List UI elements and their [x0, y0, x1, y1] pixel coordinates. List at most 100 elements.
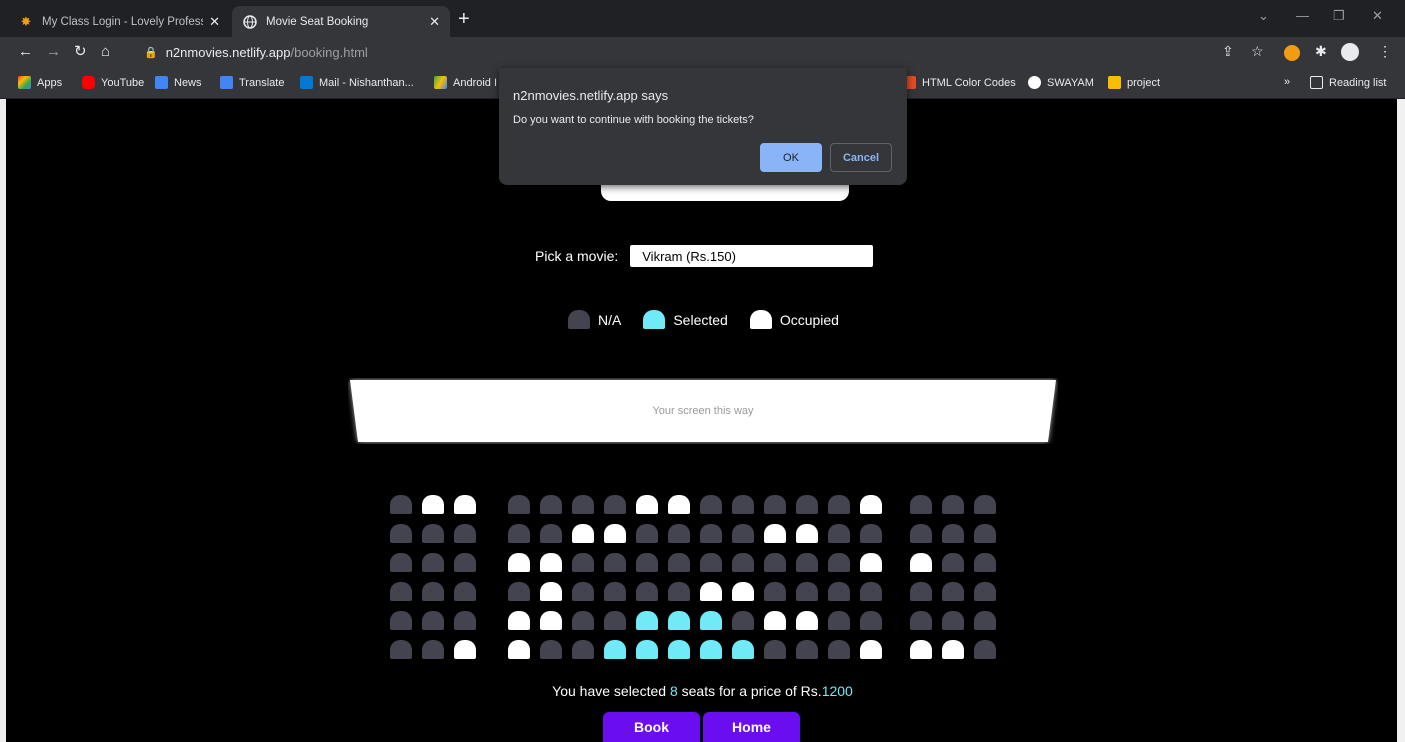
- seat-available[interactable]: [860, 582, 882, 601]
- seat-available[interactable]: [390, 611, 412, 630]
- seat-available[interactable]: [828, 640, 850, 659]
- seat-available[interactable]: [732, 611, 754, 630]
- seat-available[interactable]: [732, 524, 754, 543]
- seat-available[interactable]: [668, 582, 690, 601]
- seat-available[interactable]: [390, 553, 412, 572]
- seat-available[interactable]: [636, 524, 658, 543]
- seat-available[interactable]: [508, 495, 530, 514]
- seat-available[interactable]: [942, 582, 964, 601]
- seat-selected[interactable]: [732, 640, 754, 659]
- bookmark-star-icon[interactable]: ☆: [1251, 43, 1264, 60]
- restore-icon[interactable]: ❐: [1333, 8, 1345, 24]
- seat-available[interactable]: [454, 524, 476, 543]
- new-tab-icon[interactable]: +: [458, 8, 470, 30]
- bookmark-youtube[interactable]: YouTube: [82, 76, 144, 89]
- seat-available[interactable]: [604, 553, 626, 572]
- seat-available[interactable]: [508, 524, 530, 543]
- seat-available[interactable]: [572, 582, 594, 601]
- seat-available[interactable]: [860, 611, 882, 630]
- tab-search-icon[interactable]: ⌄: [1258, 8, 1269, 24]
- seat-available[interactable]: [796, 495, 818, 514]
- reload-icon[interactable]: ↻: [74, 43, 87, 61]
- seat-available[interactable]: [974, 524, 996, 543]
- tab-movie-seat-booking[interactable]: Movie Seat Booking ✕: [232, 6, 450, 37]
- seat-selected[interactable]: [668, 640, 690, 659]
- seat-available[interactable]: [604, 611, 626, 630]
- seat-available[interactable]: [636, 582, 658, 601]
- bookmark-translate[interactable]: Translate: [220, 76, 284, 89]
- seat-available[interactable]: [974, 611, 996, 630]
- seat-available[interactable]: [974, 582, 996, 601]
- seat-available[interactable]: [974, 495, 996, 514]
- bookmark-mail[interactable]: Mail - Nishanthan...: [300, 76, 414, 89]
- seat-available[interactable]: [796, 582, 818, 601]
- seat-available[interactable]: [422, 640, 444, 659]
- seat-available[interactable]: [390, 495, 412, 514]
- more-bookmarks-icon[interactable]: »: [1284, 76, 1290, 88]
- seat-selected[interactable]: [636, 611, 658, 630]
- seat-available[interactable]: [910, 524, 932, 543]
- seat-available[interactable]: [454, 553, 476, 572]
- seat-available[interactable]: [390, 582, 412, 601]
- bookmark-project[interactable]: project: [1108, 76, 1160, 89]
- seat-selected[interactable]: [668, 611, 690, 630]
- seat-available[interactable]: [668, 524, 690, 543]
- lock-icon[interactable]: 🔒: [144, 46, 158, 59]
- seat-available[interactable]: [540, 524, 562, 543]
- close-window-icon[interactable]: ✕: [1372, 8, 1383, 24]
- seat-available[interactable]: [540, 495, 562, 514]
- home-icon[interactable]: ⌂: [101, 43, 110, 61]
- seat-available[interactable]: [604, 495, 626, 514]
- seat-available[interactable]: [700, 524, 722, 543]
- seat-available[interactable]: [422, 582, 444, 601]
- seat-available[interactable]: [390, 524, 412, 543]
- seat-available[interactable]: [942, 611, 964, 630]
- seat-available[interactable]: [572, 553, 594, 572]
- seat-selected[interactable]: [700, 611, 722, 630]
- close-icon[interactable]: ✕: [429, 14, 440, 30]
- seat-available[interactable]: [942, 553, 964, 572]
- puzzle-icon[interactable]: ✱: [1315, 43, 1327, 60]
- seat-available[interactable]: [910, 582, 932, 601]
- address-bar[interactable]: 🔒 n2nmovies.netlify.app/booking.html: [130, 40, 1270, 64]
- seat-available[interactable]: [454, 582, 476, 601]
- seat-available[interactable]: [572, 495, 594, 514]
- reading-list[interactable]: Reading list: [1310, 76, 1386, 89]
- seat-available[interactable]: [540, 640, 562, 659]
- movie-select[interactable]: Vikram (Rs.150): [630, 245, 874, 267]
- home-button[interactable]: Home: [703, 712, 800, 742]
- seat-selected[interactable]: [636, 640, 658, 659]
- seat-available[interactable]: [828, 582, 850, 601]
- seat-available[interactable]: [828, 611, 850, 630]
- seat-available[interactable]: [828, 553, 850, 572]
- seat-available[interactable]: [422, 524, 444, 543]
- seat-available[interactable]: [454, 611, 476, 630]
- scrollbar[interactable]: [1397, 99, 1405, 742]
- seat-available[interactable]: [828, 524, 850, 543]
- bookmark-news[interactable]: News: [155, 76, 202, 89]
- ok-button[interactable]: OK: [760, 143, 822, 172]
- bookmark-android[interactable]: Android I: [434, 76, 497, 89]
- seat-selected[interactable]: [700, 640, 722, 659]
- seat-available[interactable]: [732, 495, 754, 514]
- minimize-icon[interactable]: —: [1296, 8, 1309, 23]
- seat-available[interactable]: [796, 640, 818, 659]
- seat-available[interactable]: [636, 553, 658, 572]
- seat-available[interactable]: [764, 640, 786, 659]
- seat-available[interactable]: [732, 553, 754, 572]
- seat-available[interactable]: [764, 495, 786, 514]
- bookmark-apps[interactable]: Apps: [18, 76, 62, 89]
- share-icon[interactable]: ⇪: [1222, 43, 1234, 60]
- seat-selected[interactable]: [604, 640, 626, 659]
- seat-available[interactable]: [764, 582, 786, 601]
- avatar[interactable]: [1341, 43, 1359, 61]
- tab-my-class-login[interactable]: ✸ My Class Login - Lovely Professio ✕: [8, 6, 230, 37]
- close-icon[interactable]: ✕: [209, 14, 220, 30]
- seat-available[interactable]: [910, 611, 932, 630]
- seat-available[interactable]: [942, 495, 964, 514]
- seat-available[interactable]: [668, 553, 690, 572]
- forward-icon[interactable]: →: [46, 43, 61, 61]
- seat-available[interactable]: [860, 524, 882, 543]
- menu-icon[interactable]: ⋮: [1378, 43, 1392, 60]
- seat-available[interactable]: [942, 524, 964, 543]
